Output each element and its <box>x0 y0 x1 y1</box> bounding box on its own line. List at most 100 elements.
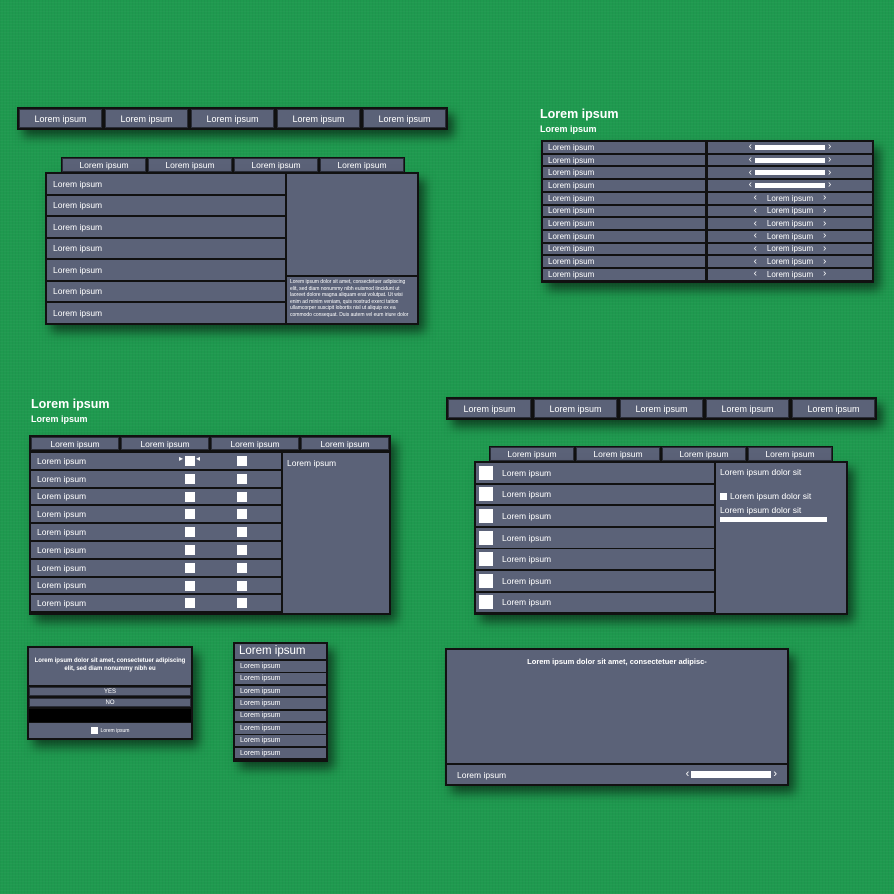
checkbox-col-2[interactable] <box>237 527 247 538</box>
checkbox-col-1[interactable] <box>185 491 195 502</box>
setting-select[interactable]: ‹ Lorem ipsum › <box>708 205 872 217</box>
tab-3[interactable]: Lorem ipsum <box>234 158 318 172</box>
menu-button-3[interactable]: Lorem ipsum <box>620 399 703 418</box>
side-checkbox-row[interactable]: Lorem ipsum dolor sit <box>720 491 842 501</box>
table-row[interactable]: Lorem ipsum <box>31 524 281 540</box>
menu-button-2[interactable]: Lorem ipsum <box>534 399 617 418</box>
checkbox-col-2[interactable] <box>237 491 247 502</box>
list-item[interactable]: Lorem ipsum <box>47 260 285 280</box>
chevron-right-icon[interactable]: › <box>823 243 826 254</box>
setting-slider[interactable]: ‹ › <box>708 155 872 166</box>
slider-track[interactable] <box>755 170 825 176</box>
checkbox[interactable] <box>720 492 727 500</box>
checkbox-col-2[interactable] <box>237 509 247 520</box>
slider-track[interactable] <box>755 182 825 188</box>
list-item[interactable]: Lorem ipsum <box>235 685 326 697</box>
setting-select[interactable]: ‹ Lorem ipsum › <box>708 231 872 242</box>
slider-track[interactable] <box>691 771 772 778</box>
chevron-right-icon[interactable]: › <box>828 155 831 165</box>
menu-button-5[interactable]: Lorem ipsum <box>363 109 446 128</box>
setting-select[interactable]: ‹ Lorem ipsum › <box>708 218 872 229</box>
checkbox[interactable] <box>479 465 493 480</box>
list-item[interactable]: Lorem ipsum <box>47 217 285 237</box>
tab-2[interactable]: Lorem ipsum <box>576 447 660 461</box>
chevron-right-icon[interactable]: › <box>823 218 826 229</box>
chevron-right-icon[interactable]: › <box>828 142 831 152</box>
list-item[interactable]: Lorem ipsum <box>47 238 285 258</box>
list-item[interactable]: Lorem ipsum <box>235 661 326 672</box>
setting-slider[interactable]: ‹ › <box>708 167 872 179</box>
chevron-left-icon[interactable]: ‹ <box>754 256 757 267</box>
list-item[interactable]: Lorem ipsum <box>476 506 714 526</box>
checkbox-col-1[interactable] <box>185 509 195 520</box>
table-row[interactable]: Lorem ipsum <box>31 488 281 505</box>
list-item[interactable]: Lorem ipsum <box>47 195 285 215</box>
tab-4[interactable]: Lorem ipsum <box>748 447 832 461</box>
chevron-left-icon[interactable]: ‹ <box>754 193 757 203</box>
table-row[interactable]: Lorem ipsum <box>31 506 281 523</box>
tab-1[interactable]: Lorem ipsum <box>31 437 119 450</box>
menu-button-3[interactable]: Lorem ipsum <box>191 109 274 128</box>
table-row[interactable]: Lorem ipsum <box>31 595 281 612</box>
tab-3[interactable]: Lorem ipsum <box>662 447 746 461</box>
list-item[interactable]: Lorem ipsum <box>476 527 714 548</box>
list-item[interactable]: Lorem ipsum <box>235 723 326 734</box>
chevron-left-icon[interactable]: ‹ <box>749 142 752 152</box>
setting-select[interactable]: ‹ Lorem ipsum › <box>708 256 872 268</box>
chevron-left-icon[interactable]: ‹ <box>749 167 752 178</box>
chevron-right-icon[interactable]: › <box>828 167 831 178</box>
checkbox-col-1[interactable] <box>185 456 195 466</box>
tab-2[interactable]: Lorem ipsum <box>148 158 232 172</box>
menu-button-4[interactable]: Lorem ipsum <box>277 109 360 128</box>
tab-4[interactable]: Lorem ipsum <box>301 437 389 450</box>
menu-button-1[interactable]: Lorem ipsum <box>19 109 102 128</box>
list-item[interactable]: Lorem ipsum <box>47 174 285 194</box>
list-item[interactable]: Lorem ipsum <box>476 484 714 505</box>
table-row[interactable]: Lorem ipsum <box>31 470 281 487</box>
menu-button-5[interactable]: Lorem ipsum <box>792 399 875 418</box>
chevron-right-icon[interactable]: › <box>773 769 777 780</box>
checkbox-col-2[interactable] <box>237 473 247 484</box>
chevron-left-icon[interactable]: ‹ <box>754 269 757 279</box>
list-item[interactable]: Lorem ipsum <box>235 710 326 722</box>
checkbox[interactable] <box>479 487 493 502</box>
chevron-right-icon[interactable]: › <box>823 205 826 216</box>
checkbox-col-1[interactable] <box>185 473 195 484</box>
menu-button-2[interactable]: Lorem ipsum <box>105 109 188 128</box>
checkbox[interactable] <box>90 727 98 734</box>
list-item[interactable]: Lorem ipsum <box>476 571 714 591</box>
setting-select[interactable]: ‹ Lorem ipsum › <box>708 243 872 255</box>
setting-select[interactable]: ‹ Lorem ipsum › <box>708 193 872 204</box>
chevron-right-icon[interactable]: › <box>823 269 826 279</box>
menu-button-1[interactable]: Lorem ipsum <box>448 399 531 418</box>
setting-slider[interactable]: ‹ › <box>708 180 872 191</box>
list-item[interactable]: Lorem ipsum <box>476 463 714 483</box>
slider-track[interactable] <box>755 157 825 163</box>
list-item[interactable]: Lorem ipsum <box>476 549 714 570</box>
tab-2[interactable]: Lorem ipsum <box>121 437 209 450</box>
chevron-right-icon[interactable]: › <box>823 256 826 267</box>
checkbox[interactable] <box>479 530 493 545</box>
checkbox-col-1[interactable] <box>185 562 195 573</box>
list-item[interactable]: Lorem ipsum <box>476 592 714 613</box>
table-row[interactable]: Lorem ipsum <box>31 542 281 558</box>
list-item[interactable]: Lorem ipsum <box>235 673 326 684</box>
list-item[interactable]: Lorem ipsum <box>235 747 326 759</box>
tab-1[interactable]: Lorem ipsum <box>490 447 574 461</box>
setting-slider[interactable]: ‹ › <box>708 142 872 153</box>
chevron-right-icon[interactable]: › <box>823 193 826 203</box>
checkbox[interactable] <box>479 573 493 588</box>
slider-track[interactable] <box>755 144 825 150</box>
tab-3[interactable]: Lorem ipsum <box>211 437 299 450</box>
checkbox-col-2[interactable] <box>237 456 247 466</box>
checkbox-col-1[interactable] <box>185 580 195 591</box>
checkbox-col-2[interactable] <box>237 562 247 573</box>
chevron-left-icon[interactable]: ‹ <box>754 218 757 229</box>
chevron-left-icon[interactable]: ‹ <box>754 205 757 216</box>
list-item[interactable]: Lorem ipsum <box>47 281 285 301</box>
chevron-left-icon[interactable]: ‹ <box>754 231 757 241</box>
chevron-left-icon[interactable]: ‹ <box>686 769 690 780</box>
checkbox-col-1[interactable] <box>185 545 195 555</box>
checkbox[interactable] <box>479 552 493 567</box>
chevron-right-icon[interactable]: › <box>823 231 826 241</box>
